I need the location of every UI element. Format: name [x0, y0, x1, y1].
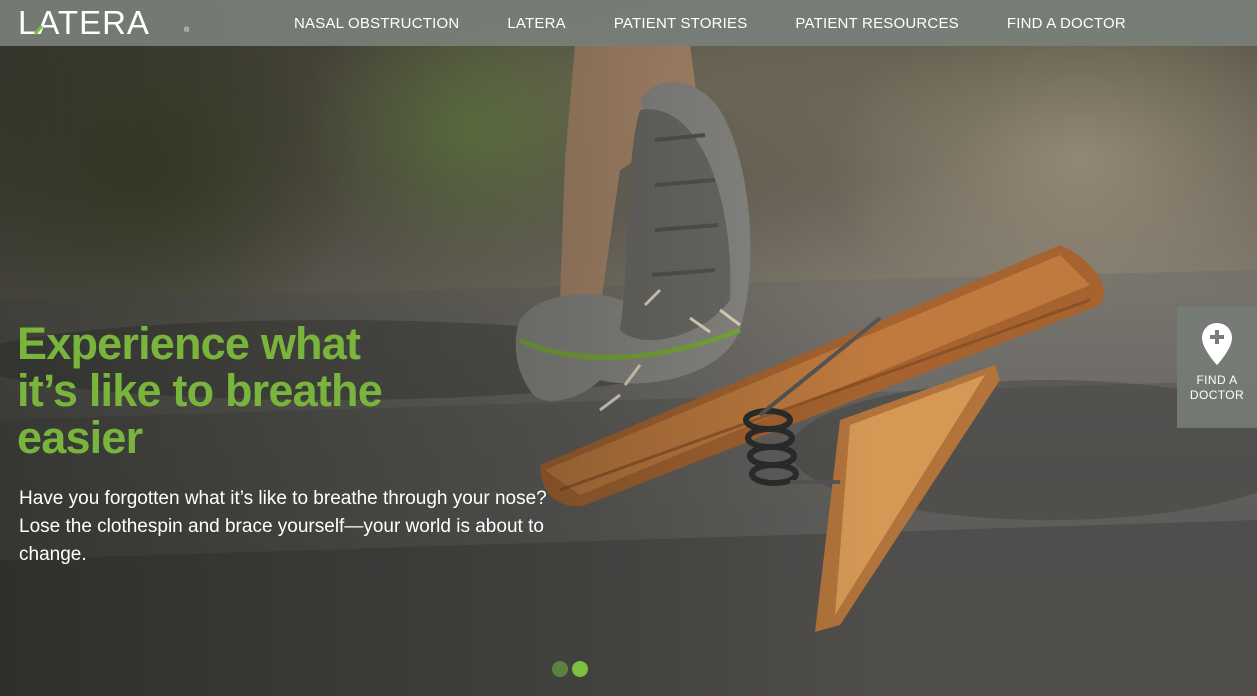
nav-nasal-obstruction[interactable]: NASAL OBSTRUCTION [294, 15, 459, 32]
slider-dot-2[interactable] [572, 661, 588, 677]
latera-logo[interactable]: LATERA ® [18, 4, 190, 40]
hero-headline: Experience what it’s like to breathe eas… [17, 320, 437, 461]
slider-dots [552, 661, 588, 677]
slider-dot-1[interactable] [552, 661, 568, 677]
hero-subtext: Have you forgotten what it’s like to bre… [19, 488, 547, 565]
map-pin-plus-icon [1202, 323, 1232, 365]
nav-find-a-doctor[interactable]: FIND A DOCTOR [1007, 15, 1126, 32]
headline-line-3: easier [17, 412, 143, 463]
logo-wordmark: LATERA [18, 4, 150, 40]
find-a-doctor-side-tab[interactable]: FIND A DOCTOR [1177, 307, 1257, 428]
side-tab-label-line-2: DOCTOR [1189, 388, 1245, 402]
latera-logo-icon: LATERA [18, 4, 150, 40]
registered-mark: ® [184, 27, 191, 34]
side-tab-label: FIND A DOCTOR [1190, 373, 1244, 403]
side-tab-label-line-1: FIND A [1196, 373, 1238, 387]
top-navigation-bar: LATERA ® NASAL OBSTRUCTION LATERA PATIEN… [0, 0, 1257, 46]
nav-patient-resources[interactable]: PATIENT RESOURCES [795, 15, 958, 32]
nav-latera[interactable]: LATERA [507, 15, 565, 32]
main-nav: NASAL OBSTRUCTION LATERA PATIENT STORIES… [294, 0, 1126, 46]
headline-line-2: it’s like to breathe [17, 365, 383, 416]
headline-line-1: Experience what [17, 318, 361, 369]
nav-patient-stories[interactable]: PATIENT STORIES [614, 15, 748, 32]
